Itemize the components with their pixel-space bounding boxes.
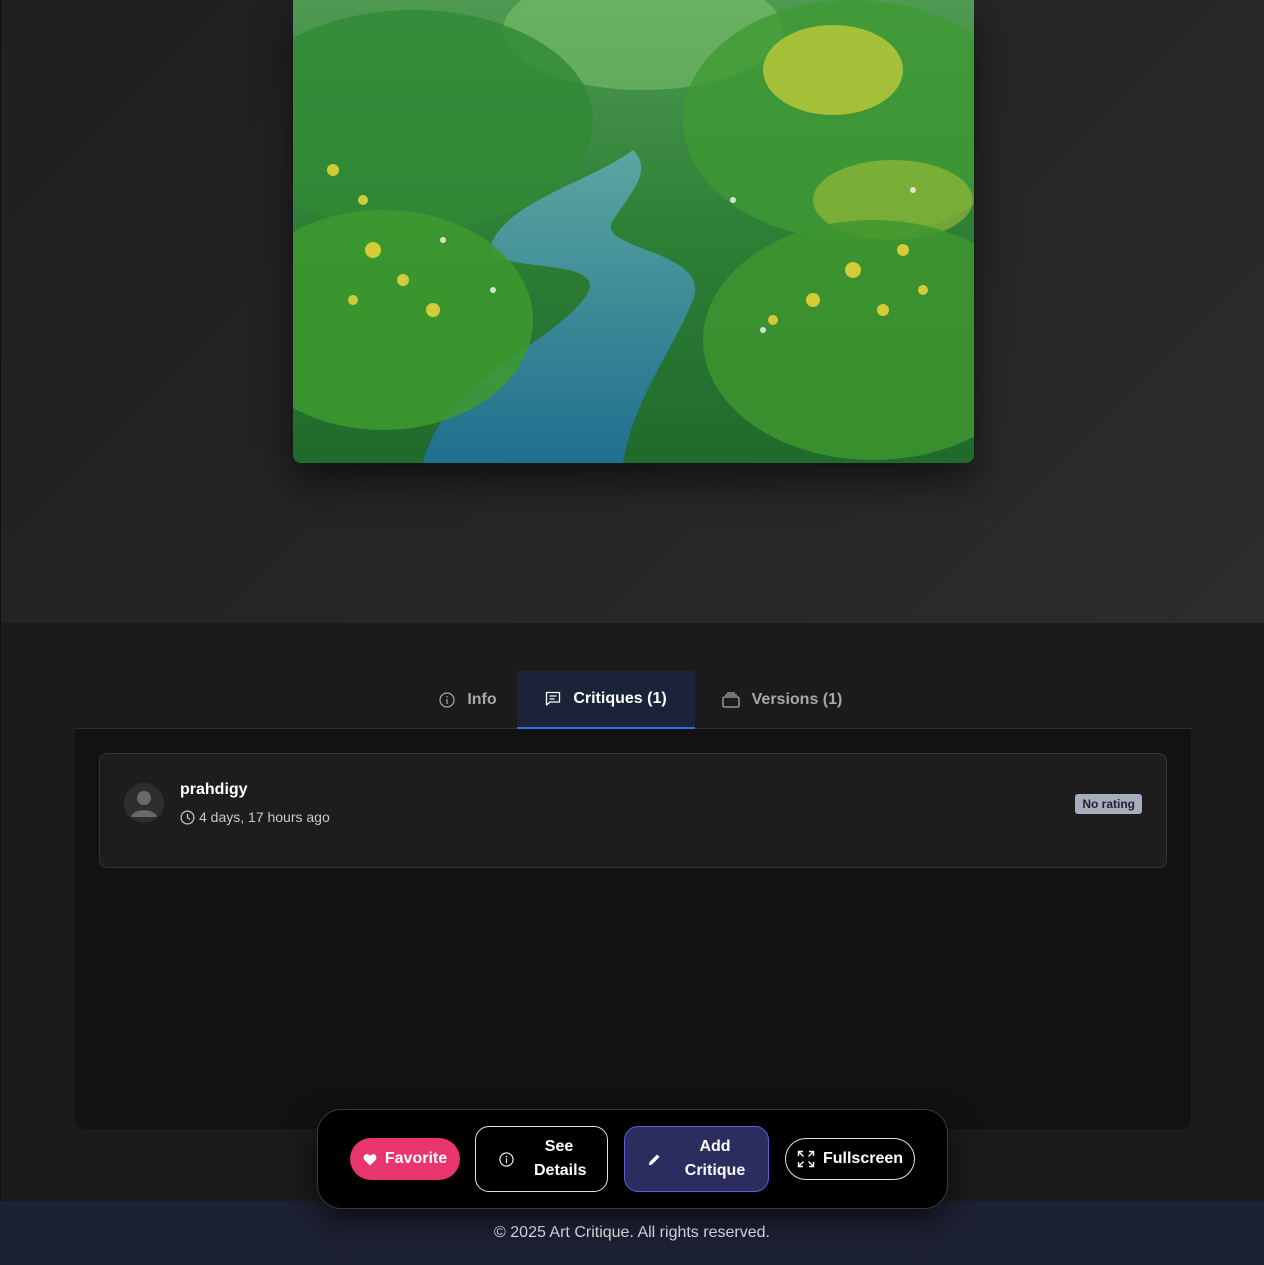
critiques-panel: prahdigy 4 days, 17 hours ago No rating	[75, 729, 1191, 1129]
tab-critiques-label: Critiques (1)	[573, 690, 667, 707]
info-icon	[499, 1151, 514, 1167]
layers-icon	[721, 692, 740, 708]
see-details-button[interactable]: See Details	[475, 1126, 608, 1192]
clock-icon	[180, 810, 195, 824]
favorite-label: Favorite	[384, 1150, 448, 1167]
critique-author[interactable]: prahdigy	[180, 781, 248, 799]
fullscreen-label: Fullscreen	[822, 1150, 904, 1167]
add-critique-label: Add Critique	[684, 1138, 746, 1179]
avatar[interactable]	[124, 783, 164, 823]
artwork-hero	[0, 0, 1264, 623]
add-critique-button[interactable]: Add Critique	[624, 1126, 769, 1192]
rating-badge: No rating	[1075, 794, 1142, 814]
chat-icon	[546, 691, 561, 706]
pencil-icon	[648, 1153, 660, 1165]
action-bar: Favorite See Details Add Critique Fullsc…	[317, 1109, 948, 1209]
artwork-image[interactable]	[293, 0, 974, 463]
footer: © 2025 Art Critique. All rights reserved…	[0, 1201, 1264, 1265]
tab-bar: Info Critiques (1) Versions (1)	[75, 671, 1191, 729]
tab-versions[interactable]: Versions (1)	[715, 671, 849, 729]
user-icon	[131, 791, 157, 817]
favorite-button[interactable]: Favorite	[350, 1138, 460, 1180]
expand-icon	[797, 1150, 815, 1168]
tab-info[interactable]: Info	[423, 671, 513, 729]
tab-versions-label: Versions (1)	[751, 691, 843, 708]
heart-icon	[363, 1153, 377, 1165]
critique-card: prahdigy 4 days, 17 hours ago No rating	[99, 753, 1167, 868]
tab-critiques[interactable]: Critiques (1)	[517, 671, 695, 729]
footer-text: © 2025 Art Critique. All rights reserved…	[494, 1224, 770, 1241]
fullscreen-button[interactable]: Fullscreen	[785, 1138, 915, 1180]
see-details-label: See Details	[534, 1138, 587, 1179]
critique-time-text: 4 days, 17 hours ago	[199, 809, 330, 825]
tab-info-label: Info	[467, 691, 497, 708]
info-icon	[439, 692, 455, 708]
critique-time: 4 days, 17 hours ago	[180, 809, 330, 825]
